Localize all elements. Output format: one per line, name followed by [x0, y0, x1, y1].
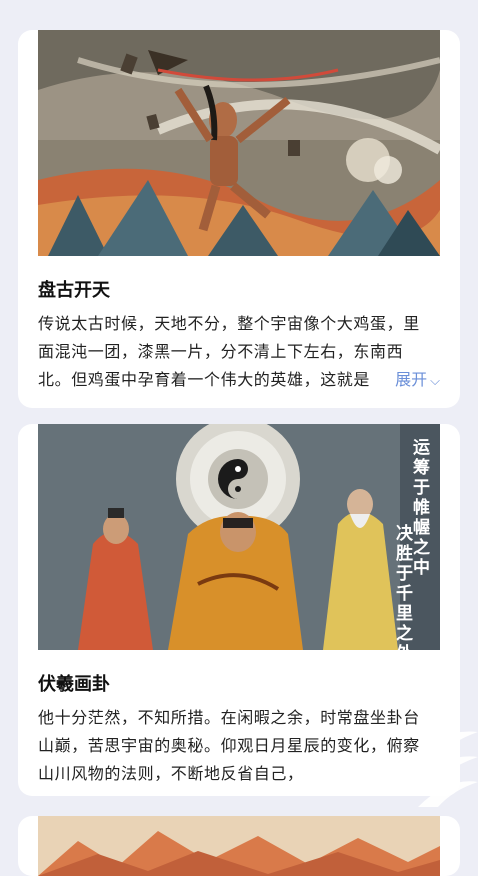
- expand-label: 展开: [395, 370, 428, 389]
- excerpt-line: 传说太古时候，天地不分，整个宇宙像个大鸡蛋，里: [38, 314, 420, 333]
- expand-button[interactable]: 展开 ⌵: [379, 366, 440, 396]
- story-card[interactable]: 盘古开天 传说太古时候，天地不分，整个宇宙像个大鸡蛋，里 面混沌一团，漆黑一片，…: [18, 30, 460, 408]
- story-title: 盘古开天: [38, 280, 110, 301]
- story-illustration[interactable]: [38, 816, 440, 876]
- excerpt-line: 山巅，苦思宇宙的奥秘。仰观日月星辰的变化，俯察: [38, 736, 420, 755]
- excerpt-line: 山川风物的法则，不断地反省自己，: [38, 764, 304, 783]
- story-card[interactable]: [18, 816, 460, 876]
- swoosh-overlay-icon: [398, 722, 478, 816]
- chevron-down-icon: ⌵: [430, 374, 440, 389]
- image-caption-line: 决胜于千里之外: [392, 523, 413, 650]
- image-caption-line: 运筹于帷幄之中: [409, 438, 430, 578]
- story-title: 伏羲画卦: [38, 674, 110, 695]
- excerpt-line: 他十分茫然，不知所措。在闲暇之余，时常盘坐卦台: [38, 708, 420, 727]
- story-excerpt: 他十分茫然，不知所措。在闲暇之余，时常盘坐卦台 山巅，苦思宇宙的奥秘。仰观日月星…: [38, 704, 442, 788]
- excerpt-line: 面混沌一团，漆黑一片，分不清上下左右，东南西: [38, 342, 404, 361]
- story-illustration-fuxi[interactable]: 运筹于帷幄之中 决胜于千里之外: [38, 424, 440, 650]
- story-illustration-pangu[interactable]: [38, 30, 440, 256]
- story-card[interactable]: 运筹于帷幄之中 决胜于千里之外 伏羲画卦 他十分茫然，不知所措。在闲暇之余，时常…: [18, 424, 460, 796]
